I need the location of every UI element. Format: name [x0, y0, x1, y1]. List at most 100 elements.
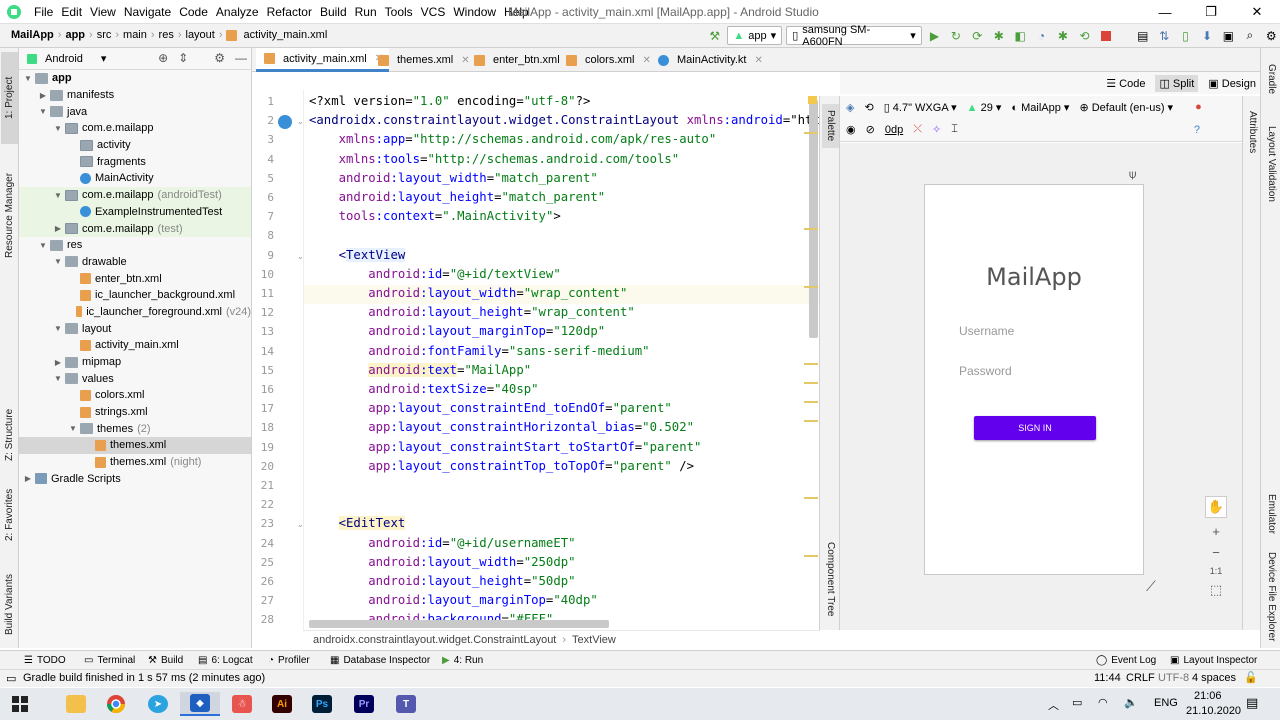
design-mode-button[interactable]: ▣ Design — [1208, 77, 1256, 90]
tab-device-file-explorer[interactable]: Device File Explorer — [1263, 550, 1280, 644]
input-language[interactable]: ENG — [1154, 697, 1178, 709]
tree-item[interactable]: ▼ app — [19, 70, 251, 87]
menu-item-window[interactable]: Window — [449, 5, 500, 19]
tree-item[interactable]: ▼ themes (2) — [19, 420, 251, 437]
code-line[interactable]: <TextView — [309, 247, 406, 262]
resize-handle-icon[interactable]: ⟋ — [1146, 578, 1156, 595]
help-icon[interactable]: ? — [1194, 124, 1200, 136]
menu-item-analyze[interactable]: Analyze — [212, 5, 263, 19]
breadcrumb-item[interactable]: src — [94, 29, 115, 41]
settings-icon[interactable]: ⚙ — [1263, 27, 1280, 45]
tree-item[interactable]: ExampleInstrumentedTest — [19, 203, 251, 221]
tree-item[interactable]: themes.xml (night) — [19, 454, 251, 471]
breadcrumb-item[interactable]: TextView — [572, 634, 616, 646]
device-select[interactable]: ▯ 4.7" WXGA ▾ — [884, 101, 957, 114]
status-message[interactable]: Gradle build finished in 1 s 57 ms (2 mi… — [23, 672, 265, 684]
menu-item-edit[interactable]: Edit — [57, 5, 86, 19]
tree-item[interactable]: ▼ res — [19, 237, 251, 254]
tree-item[interactable]: MainActivity — [19, 170, 251, 187]
notifications-icon[interactable]: ▤ — [1246, 695, 1258, 711]
inspection-marker[interactable] — [804, 420, 818, 423]
preview-username-field[interactable]: Username — [959, 324, 1014, 338]
tab-resource-manager[interactable]: Resource Manager — [1, 160, 18, 270]
expand-arrow-icon[interactable]: ▶ — [53, 224, 63, 233]
tab-project[interactable]: 1: Project — [1, 52, 18, 144]
code-line[interactable]: android:fontFamily="sans-serif-medium" — [309, 344, 649, 358]
editor-tab[interactable]: MainActivity.kt ✕ — [650, 48, 769, 72]
illustrator-icon[interactable]: Ai — [262, 692, 302, 716]
coverage-icon[interactable]: ◧ — [1011, 27, 1028, 45]
expand-arrow-icon[interactable]: ▼ — [53, 324, 63, 333]
inspection-status-icon[interactable] — [808, 96, 817, 104]
tree-item[interactable]: colors.xml — [19, 387, 251, 404]
eye-icon[interactable]: ◉ — [846, 123, 856, 136]
code-line[interactable]: android:id="@+id/textView" — [309, 267, 561, 281]
tree-item[interactable]: activity_main.xml — [19, 337, 251, 354]
expand-arrow-icon[interactable]: ▶ — [53, 358, 63, 367]
menu-item-run[interactable]: Run — [351, 5, 381, 19]
code-line[interactable]: app:layout_constraintTop_toTopOf="parent… — [309, 459, 694, 473]
expand-arrow-icon[interactable]: ▶ — [38, 91, 48, 100]
code-line[interactable]: app:layout_constraintHorizontal_bias="0.… — [309, 420, 694, 434]
layers-icon[interactable]: ◈ — [846, 101, 854, 114]
expand-arrow-icon[interactable]: ▼ — [38, 241, 48, 250]
avd-manager-icon[interactable]: ▯ — [1177, 27, 1194, 45]
run-icon[interactable]: ▶ — [926, 27, 943, 45]
tool-layout-inspector[interactable]: ▣ Layout Inspector — [1170, 655, 1257, 666]
menu-item-build[interactable]: Build — [316, 5, 351, 19]
code-line[interactable]: app:layout_constraintStart_toStartOf="pa… — [309, 440, 701, 454]
preview-password-field[interactable]: Password — [959, 364, 1012, 378]
error-icon[interactable]: ● — [1195, 101, 1202, 113]
attach-debugger-icon[interactable]: ✱ — [1054, 27, 1071, 45]
maximize-icon[interactable]: ❐ — [1188, 0, 1234, 24]
fold-icon[interactable]: ⌄ — [297, 520, 304, 529]
close-tab-icon[interactable]: ✕ — [754, 55, 762, 66]
android-studio-taskbar-icon[interactable]: ◆ — [180, 692, 220, 716]
clear-constraints-icon[interactable]: ⤬ — [913, 123, 922, 136]
breadcrumb-item[interactable]: androidx.constraintlayout.widget.Constra… — [313, 634, 556, 646]
breadcrumb-item[interactable]: res — [156, 29, 177, 41]
tree-item[interactable]: ▼ java — [19, 103, 251, 120]
code-line[interactable]: android:layout_width="wrap_content" — [309, 286, 627, 300]
code-line[interactable]: tools:context=".MainActivity"> — [309, 209, 561, 223]
wifi-icon[interactable]: ◠ — [1098, 696, 1108, 709]
tree-item[interactable]: fragments — [19, 153, 251, 170]
tool-event-log[interactable]: ◯ Event Log — [1096, 655, 1156, 666]
caret-position[interactable]: 11:44 — [1094, 672, 1121, 684]
assistant-icon[interactable]: ▣ — [1220, 27, 1237, 45]
code-mode-button[interactable]: ☰ Code — [1106, 77, 1145, 90]
indent-setting[interactable]: 4 spaces — [1192, 672, 1236, 684]
tool-build[interactable]: ⚒ Build — [148, 655, 183, 666]
inspection-marker[interactable] — [804, 285, 818, 288]
tree-item[interactable]: ▼ layout — [19, 320, 251, 337]
tree-item[interactable]: activity — [19, 137, 251, 154]
code-line[interactable]: android:layout_width="250dp" — [309, 555, 575, 569]
volume-icon[interactable]: 🔈 — [1124, 696, 1138, 709]
pan-icon[interactable]: ✋ — [1205, 496, 1227, 518]
expand-arrow-icon[interactable]: ▼ — [53, 124, 63, 133]
sync-gradle-icon[interactable]: ⇅ — [1155, 27, 1172, 45]
zoom-fit-button[interactable]: 1:1 — [1210, 566, 1223, 576]
menu-item-file[interactable]: File — [30, 5, 57, 19]
file-explorer-icon[interactable] — [56, 692, 96, 716]
code-line[interactable]: xmlns:tools="http://schemas.android.com/… — [309, 152, 680, 166]
inspection-marker[interactable] — [804, 497, 818, 499]
expand-arrow-icon[interactable]: ▼ — [23, 74, 33, 83]
tray-chevron-icon[interactable]: ︿ — [1048, 697, 1059, 713]
breadcrumb-item[interactable]: MailApp — [8, 29, 57, 41]
run-config-select[interactable]: ▲ app ▾ — [727, 26, 783, 45]
locale-select[interactable]: ⊕ Default (en-us) ▾ — [1079, 101, 1173, 114]
menu-item-view[interactable]: View — [86, 5, 120, 19]
menu-item-navigate[interactable]: Navigate — [120, 5, 175, 19]
expand-arrow-icon[interactable]: ▼ — [68, 424, 78, 433]
network-icon[interactable]: ▭ — [1072, 696, 1082, 709]
menu-item-tools[interactable]: Tools — [381, 5, 417, 19]
code-line[interactable]: app:layout_constraintEnd_toEndOf="parent… — [309, 401, 672, 415]
project-view-select[interactable]: Android — [45, 53, 83, 65]
code-line[interactable]: android:layout_marginTop="40dp" — [309, 593, 598, 607]
lock-icon[interactable]: 🔓 — [1244, 671, 1258, 684]
device-select[interactable]: ▯ samsung SM-A600FN ▾ — [786, 24, 922, 48]
inspection-marker[interactable] — [804, 132, 818, 135]
teams-icon[interactable]: T — [386, 692, 426, 716]
inspection-marker[interactable] — [804, 554, 818, 557]
